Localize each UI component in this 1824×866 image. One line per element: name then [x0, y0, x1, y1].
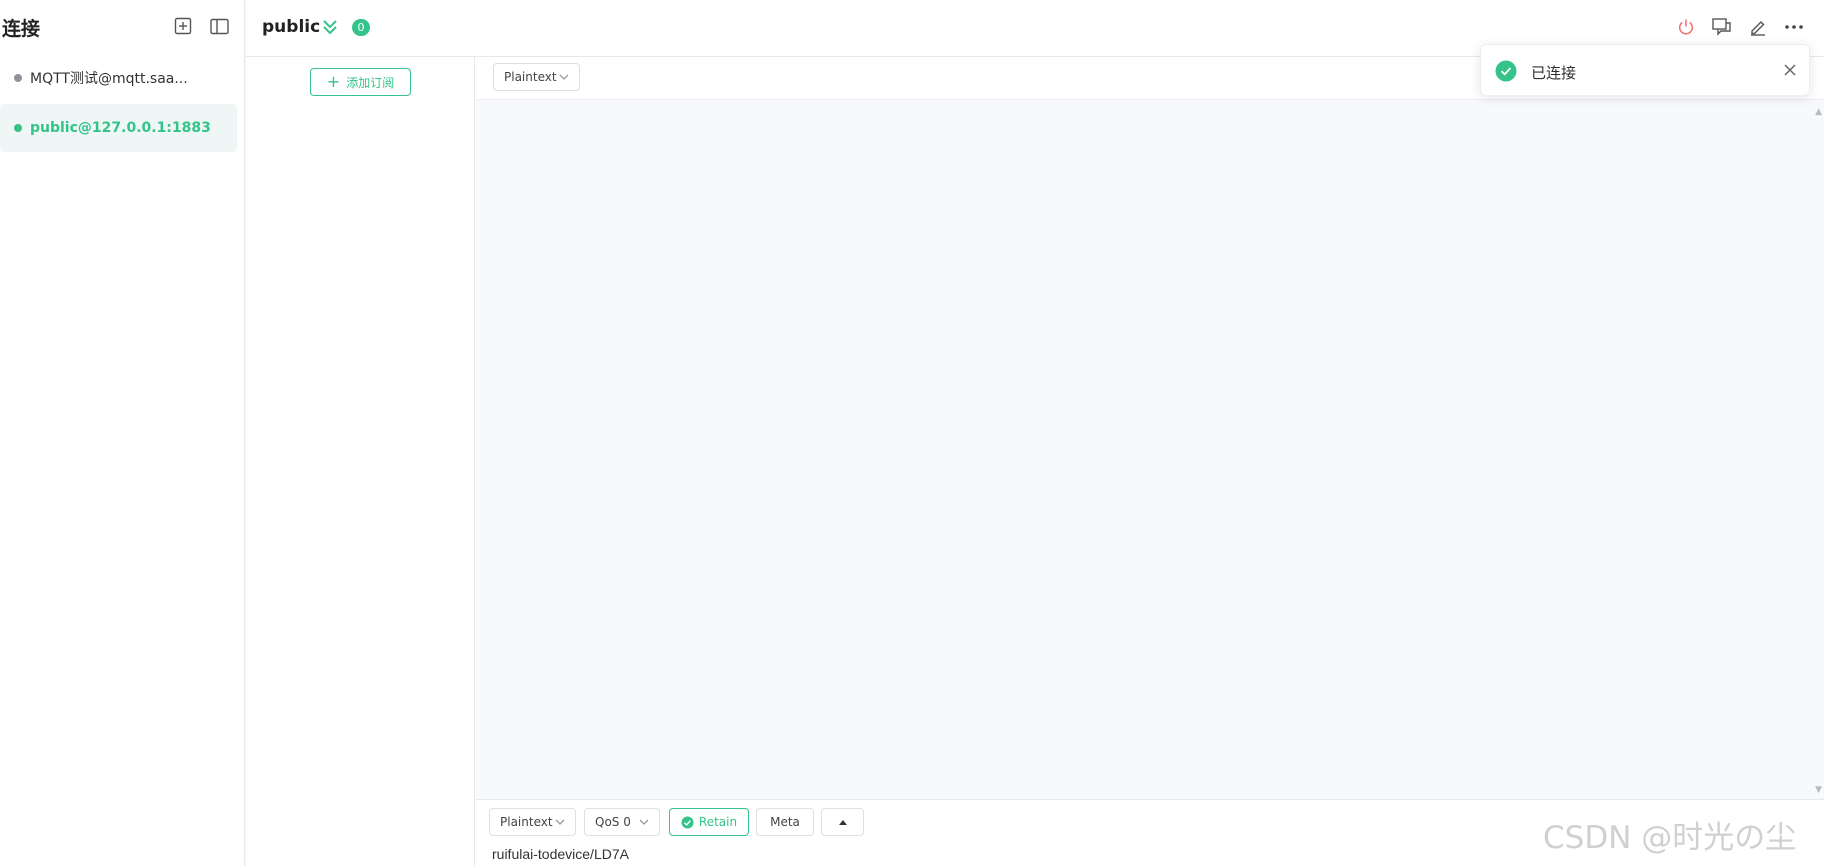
- connection-label: MQTT测试@mqtt.saa...: [30, 71, 188, 87]
- connection-item-mqtt-test[interactable]: MQTT测试@mqtt.saa...: [0, 54, 237, 102]
- retain-toggle[interactable]: Retain: [669, 808, 749, 836]
- unread-count-badge: 0: [352, 19, 370, 36]
- chevron-down-icon: [559, 74, 569, 80]
- qos-value: QoS 0: [595, 815, 631, 829]
- check-circle-icon: [681, 816, 694, 828]
- add-subscription-button[interactable]: + 添加订阅: [310, 68, 411, 96]
- sidebar-header: 连接: [0, 0, 245, 54]
- chat-icon[interactable]: [1709, 14, 1735, 40]
- message-format-value: Plaintext: [504, 70, 557, 84]
- chevrons-down-icon[interactable]: [322, 17, 338, 41]
- expand-publish-button[interactable]: [821, 808, 864, 836]
- power-icon[interactable]: [1673, 14, 1699, 40]
- qos-select[interactable]: QoS 0: [584, 808, 660, 836]
- caret-up-icon: [838, 820, 847, 825]
- meta-button[interactable]: Meta: [756, 808, 814, 836]
- plus-icon: +: [326, 72, 341, 91]
- message-format-select[interactable]: Plaintext: [493, 63, 580, 91]
- mqttx-app: 连接 MQTT测试@mqtt.saa... public@127.0.0.1:1…: [0, 0, 1824, 866]
- subscriptions-panel: + 添加订阅: [246, 57, 475, 866]
- retain-label: Retain: [698, 815, 738, 829]
- publish-format-value: Plaintext: [500, 815, 553, 829]
- connection-label: public@127.0.0.1:1883: [30, 120, 211, 136]
- sidebar-toggle-icon[interactable]: [206, 13, 232, 39]
- scroll-down-arrow[interactable]: ▼: [1815, 785, 1822, 795]
- close-icon[interactable]: [1779, 59, 1801, 81]
- check-circle-icon: [1495, 60, 1517, 82]
- watermark: CSDN @时光の尘: [1543, 820, 1797, 856]
- connected-toast: 已连接: [1480, 44, 1810, 96]
- add-subscription-label: 添加订阅: [346, 75, 395, 90]
- chevron-down-icon: [639, 819, 649, 825]
- chevron-down-icon: [555, 819, 565, 825]
- meta-label: Meta: [770, 815, 800, 829]
- status-dot-online: [14, 124, 22, 132]
- status-dot-offline: [14, 74, 22, 82]
- toast-message: 已连接: [1531, 64, 1577, 82]
- plus-square-icon[interactable]: [170, 13, 196, 39]
- scroll-up-arrow[interactable]: ▲: [1815, 107, 1822, 117]
- more-icon[interactable]: [1781, 14, 1807, 40]
- topic-input[interactable]: [492, 844, 1392, 864]
- sidebar-title: 连接: [2, 18, 41, 40]
- sidebar: 连接 MQTT测试@mqtt.saa... public@127.0.0.1:1…: [0, 0, 245, 866]
- connection-item-public[interactable]: public@127.0.0.1:1883: [0, 104, 237, 152]
- edit-icon[interactable]: [1745, 14, 1771, 40]
- publish-format-select[interactable]: Plaintext: [489, 808, 576, 836]
- connection-name: public: [262, 17, 321, 37]
- messages-area: Plaintext ▲ ▼: [476, 57, 1824, 799]
